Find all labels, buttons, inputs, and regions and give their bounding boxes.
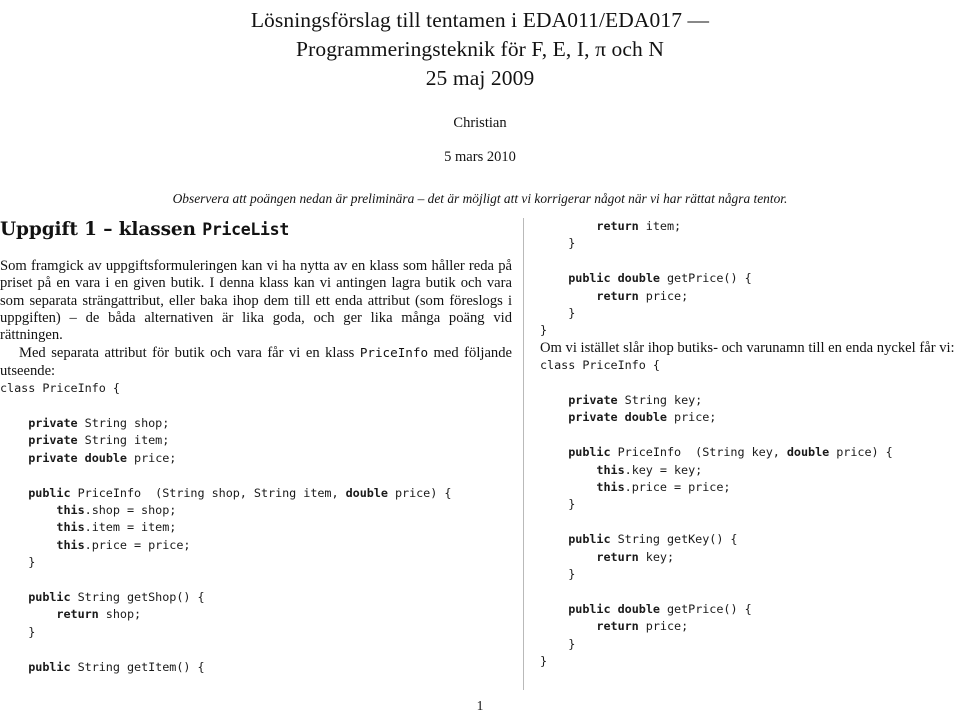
document-date: 5 mars 2010 <box>444 149 516 165</box>
title-line-3: 25 maj 2009 <box>425 66 535 90</box>
code-block-priceinfo-separate: class PriceInfo { private String shop; p… <box>0 381 452 674</box>
code-block-priceinfo-separate-continued: return item; } public double getPrice() … <box>540 219 752 338</box>
intro-paragraph: Som framgick av uppgiftsformuleringen ka… <box>0 258 512 344</box>
title-line-2: Programmeringsteknik för F, E, I, π och … <box>296 37 664 61</box>
separate-attributes-text-a: Med separata attribut för butik och vara… <box>18 345 360 362</box>
title-line-1: Lösningsförslag till tentamen i EDA011/E… <box>250 8 710 32</box>
preliminary-notice: Observera att poängen nedan är preliminä… <box>172 191 788 206</box>
page-number: 1 <box>476 698 484 713</box>
separate-attributes-paragraph: Med separata attribut för butik och vara… <box>0 344 512 380</box>
combined-key-paragraph: Om vi istället slår ihop butiks- och var… <box>540 339 955 356</box>
priceinfo-class-ref: PriceInfo <box>359 345 429 361</box>
right-column: return item; } public double getPrice() … <box>540 218 960 670</box>
code-block-priceinfo-combined: class PriceInfo { private String key; pr… <box>540 358 893 669</box>
title-block: Lösningsförslag till tentamen i EDA011/E… <box>0 6 960 167</box>
document-page: Lösningsförslag till tentamen i EDA011/E… <box>0 0 960 721</box>
left-column: Uppgift 1 – klassen PriceList Som framgi… <box>0 218 512 676</box>
section-heading: Uppgift 1 – klassen PriceList <box>0 218 512 242</box>
column-divider <box>523 218 524 690</box>
author-name: Christian <box>453 115 507 131</box>
section-heading-text: Uppgift 1 – klassen <box>0 219 203 240</box>
section-heading-class-name: PriceList <box>202 220 289 239</box>
